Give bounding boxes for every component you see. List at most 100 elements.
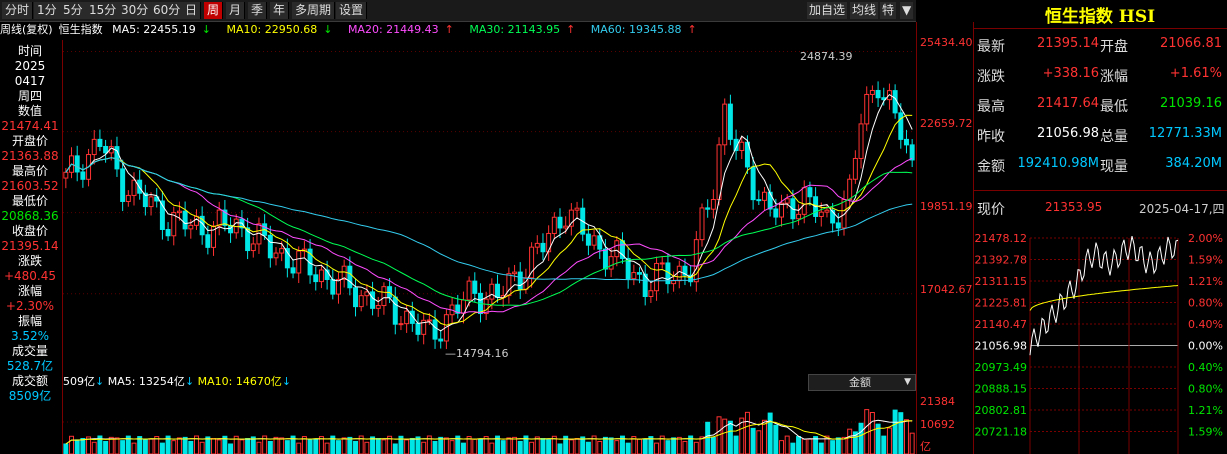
volume-bar <box>886 427 892 454</box>
period-button-2[interactable]: 5分 <box>60 2 87 19</box>
volume-bar <box>421 441 427 454</box>
low-label: 最低价 <box>11 194 48 208</box>
ma30-line <box>65 157 913 306</box>
intraday-chart[interactable]: 21478.12 2.00% 21392.78 1.59% 21311.15 1.21% 2… <box>973 232 1227 454</box>
candle-body <box>176 210 182 214</box>
candle-body <box>824 209 830 213</box>
volume-ma10: MA10: 14670亿 <box>197 375 282 388</box>
candle-body <box>313 274 319 283</box>
weekly-candlestick-chart[interactable]: 24874.39 —14794.16 <box>63 38 915 373</box>
period-button-0[interactable]: 分时 <box>2 2 34 19</box>
quote-value: 21039.16 <box>1159 96 1222 111</box>
volume-bar <box>585 441 591 454</box>
candle-body <box>540 242 546 253</box>
volume-bar <box>74 439 80 454</box>
period-button-12[interactable]: 设置 <box>336 2 368 19</box>
intraday-pct-label: 0.40% <box>1188 361 1223 374</box>
candle-body <box>671 280 677 285</box>
candle-body <box>97 138 103 147</box>
candle-body <box>602 248 608 270</box>
period-button-1[interactable]: 1分 <box>34 2 61 19</box>
volume-bar <box>727 420 733 454</box>
add-watchlist-button[interactable]: 加自选 <box>807 2 848 19</box>
candle-body <box>415 322 421 335</box>
volume-bar <box>477 438 483 454</box>
period-button-8[interactable]: 月 <box>226 2 246 19</box>
volume-bar <box>784 435 790 454</box>
intraday-pct-label: 0.80% <box>1188 297 1223 310</box>
volume-bar <box>835 437 841 454</box>
quote-label: 金额 <box>977 159 1005 175</box>
candle-body <box>591 235 597 246</box>
candle-body <box>398 323 404 326</box>
volume-bar <box>438 436 444 454</box>
quote-label: 涨幅 <box>1100 69 1128 85</box>
candle-body <box>727 103 733 140</box>
volume-chart[interactable] <box>63 390 915 454</box>
volume-bar <box>761 419 767 454</box>
volume-bar <box>898 412 904 454</box>
volume-bar <box>245 437 251 454</box>
quote-label: 昨收 <box>977 129 1005 145</box>
ma10-line <box>65 114 913 326</box>
now-price-label: 现价 <box>977 202 1005 218</box>
volume-bar <box>506 437 512 454</box>
pct-label: 涨幅 <box>17 284 42 298</box>
candle-body <box>835 222 841 229</box>
candle-body <box>472 280 478 294</box>
candle-body <box>705 207 711 210</box>
special-button[interactable]: 特 <box>880 2 897 19</box>
period-button-5[interactable]: 60分 <box>150 2 185 19</box>
candle-body <box>750 166 756 201</box>
indicator-select[interactable]: 金额 ▼ <box>808 374 916 391</box>
price-axis-label: 22659.72 <box>920 117 973 130</box>
candle-body <box>216 209 222 227</box>
intraday-pct-label: 1.59% <box>1188 426 1223 439</box>
candle-body <box>710 199 716 210</box>
volume-bar <box>114 437 120 454</box>
volume-bar <box>671 437 677 454</box>
volume-bar <box>529 441 535 454</box>
volume-bar <box>512 436 518 454</box>
volume-axis-label: 10692 <box>920 418 955 431</box>
volume-bar <box>443 437 449 454</box>
volume-bar <box>199 441 205 454</box>
volume-bar <box>767 412 773 454</box>
intraday-price-label: 20888.15 <box>975 383 1028 396</box>
candle-body <box>438 338 444 342</box>
period-button-9[interactable]: 季 <box>248 2 268 19</box>
ma-legend: 周线(复权) 恒生指数 MA5: 22455.19 ↓ MA10: 22950.68… <box>0 22 709 38</box>
volume-bar <box>818 442 824 454</box>
period-button-7[interactable]: 周 <box>204 2 224 19</box>
value-value: 21474.41 <box>1 119 59 133</box>
collapse-icon[interactable]: ▼ <box>900 2 914 19</box>
divider <box>973 190 1227 191</box>
chart-period-title: 周线(复权) <box>0 23 53 36</box>
intraday-pct-label: 1.59% <box>1188 254 1223 267</box>
candle-body <box>387 286 393 298</box>
period-button-6[interactable]: 日 <box>182 2 202 19</box>
volume-bar <box>699 436 705 454</box>
period-button-3[interactable]: 15分 <box>86 2 121 19</box>
period-button-4[interactable]: 30分 <box>118 2 153 19</box>
period-button-11[interactable]: 多周期 <box>292 2 336 19</box>
indicator-select-label: 金额 <box>849 376 871 389</box>
year-value: 2025 <box>14 59 46 73</box>
period-button-10[interactable]: 年 <box>270 2 290 19</box>
intraday-price-line <box>1029 235 1179 356</box>
high-value: 21603.52 <box>1 179 59 193</box>
amount-label: 成交额 <box>11 374 48 388</box>
volume-bar <box>847 428 853 454</box>
volume-bar <box>205 436 211 454</box>
candle-body <box>909 144 915 161</box>
volume-bar <box>909 432 915 454</box>
quote-label: 最新 <box>977 39 1005 55</box>
candle-body <box>74 155 80 173</box>
volume-bar <box>216 439 222 454</box>
volume-bar <box>750 427 756 454</box>
volume-bar <box>159 442 165 454</box>
candle-body <box>432 319 438 340</box>
volume-bar <box>710 437 716 454</box>
ma-settings-button[interactable]: 均线 <box>850 2 879 19</box>
volume-bar <box>131 442 137 454</box>
